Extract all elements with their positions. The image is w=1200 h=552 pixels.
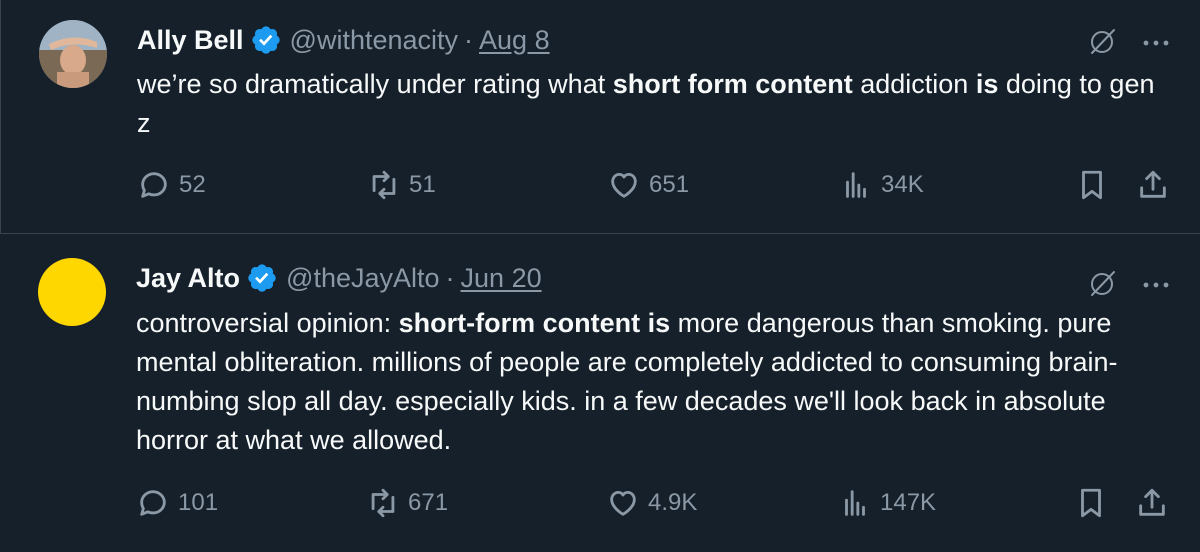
more-icon[interactable] bbox=[1142, 35, 1170, 53]
views-button[interactable]: 34K bbox=[839, 168, 924, 202]
like-button[interactable]: 651 bbox=[607, 168, 689, 202]
repost-count: 671 bbox=[408, 489, 449, 516]
like-count: 651 bbox=[649, 171, 690, 198]
text-segment-bold: short form content bbox=[612, 69, 853, 99]
share-button[interactable] bbox=[1136, 168, 1178, 202]
tweet-header: Jay Alto @theJayAlto · Jun 20 bbox=[136, 258, 542, 298]
tweet[interactable]: Ally Bell @withtenacity · Aug 8 we’re so… bbox=[0, 0, 1200, 234]
tweet-date[interactable]: Aug 8 bbox=[479, 25, 550, 56]
bookmark-icon bbox=[1081, 488, 1101, 518]
share-button[interactable] bbox=[1135, 486, 1177, 520]
views-icon bbox=[846, 172, 866, 198]
separator: · bbox=[445, 262, 455, 293]
verified-badge-icon bbox=[246, 262, 278, 294]
repost-button[interactable]: 51 bbox=[367, 168, 436, 202]
reply-count: 101 bbox=[178, 489, 219, 516]
repost-icon bbox=[371, 488, 395, 518]
like-count: 4.9K bbox=[648, 489, 698, 516]
avatar[interactable] bbox=[38, 258, 106, 326]
share-icon bbox=[1139, 488, 1165, 516]
verified-badge-icon bbox=[250, 24, 282, 56]
reply-icon bbox=[141, 172, 167, 198]
reply-button[interactable]: 101 bbox=[136, 486, 218, 520]
bookmark-button[interactable] bbox=[1075, 168, 1117, 202]
avatar[interactable] bbox=[39, 20, 107, 88]
views-count: 147K bbox=[880, 489, 937, 516]
author-name[interactable]: Jay Alto bbox=[136, 263, 240, 294]
text-segment-bold: short-form content is bbox=[398, 308, 671, 338]
author-name[interactable]: Ally Bell bbox=[137, 25, 244, 56]
tweet-text: controversial opinion: short-form conten… bbox=[136, 304, 1166, 460]
tweet-date[interactable]: Jun 20 bbox=[461, 263, 542, 294]
views-button[interactable]: 147K bbox=[838, 486, 936, 520]
bookmark-icon bbox=[1082, 170, 1102, 200]
reply-icon bbox=[140, 490, 166, 516]
author-handle[interactable]: @withtenacity bbox=[290, 25, 458, 56]
text-segment: we’re so dramatically under rating what bbox=[137, 69, 613, 99]
like-button[interactable]: 4.9K bbox=[606, 486, 697, 520]
more-icon[interactable] bbox=[1142, 277, 1170, 295]
repost-count: 51 bbox=[409, 171, 436, 198]
action-bar: 52 51 651 34K bbox=[1, 168, 1200, 208]
author-handle[interactable]: @theJayAlto bbox=[286, 263, 439, 294]
reply-count: 52 bbox=[179, 171, 206, 198]
like-icon bbox=[610, 490, 636, 516]
share-icon bbox=[1140, 170, 1166, 198]
text-segment: controversial opinion: bbox=[136, 308, 399, 338]
views-count: 34K bbox=[881, 171, 924, 198]
tweet[interactable]: Jay Alto @theJayAlto · Jun 20 controvers… bbox=[0, 234, 1200, 552]
reply-button[interactable]: 52 bbox=[137, 168, 206, 202]
repost-icon bbox=[372, 170, 396, 200]
repost-button[interactable]: 671 bbox=[366, 486, 448, 520]
grok-icon[interactable] bbox=[1086, 266, 1120, 305]
views-icon bbox=[845, 490, 865, 516]
separator: · bbox=[464, 24, 474, 55]
text-segment: addiction bbox=[852, 69, 976, 99]
tweet-text: we’re so dramatically under rating what … bbox=[137, 65, 1167, 143]
text-segment-bold: is bbox=[975, 69, 999, 99]
grok-icon[interactable] bbox=[1086, 24, 1120, 63]
like-icon bbox=[611, 172, 637, 198]
tweet-header: Ally Bell @withtenacity · Aug 8 bbox=[137, 20, 550, 60]
bookmark-button[interactable] bbox=[1074, 486, 1116, 520]
action-bar: 101 671 4.9K 147K bbox=[0, 486, 1200, 526]
